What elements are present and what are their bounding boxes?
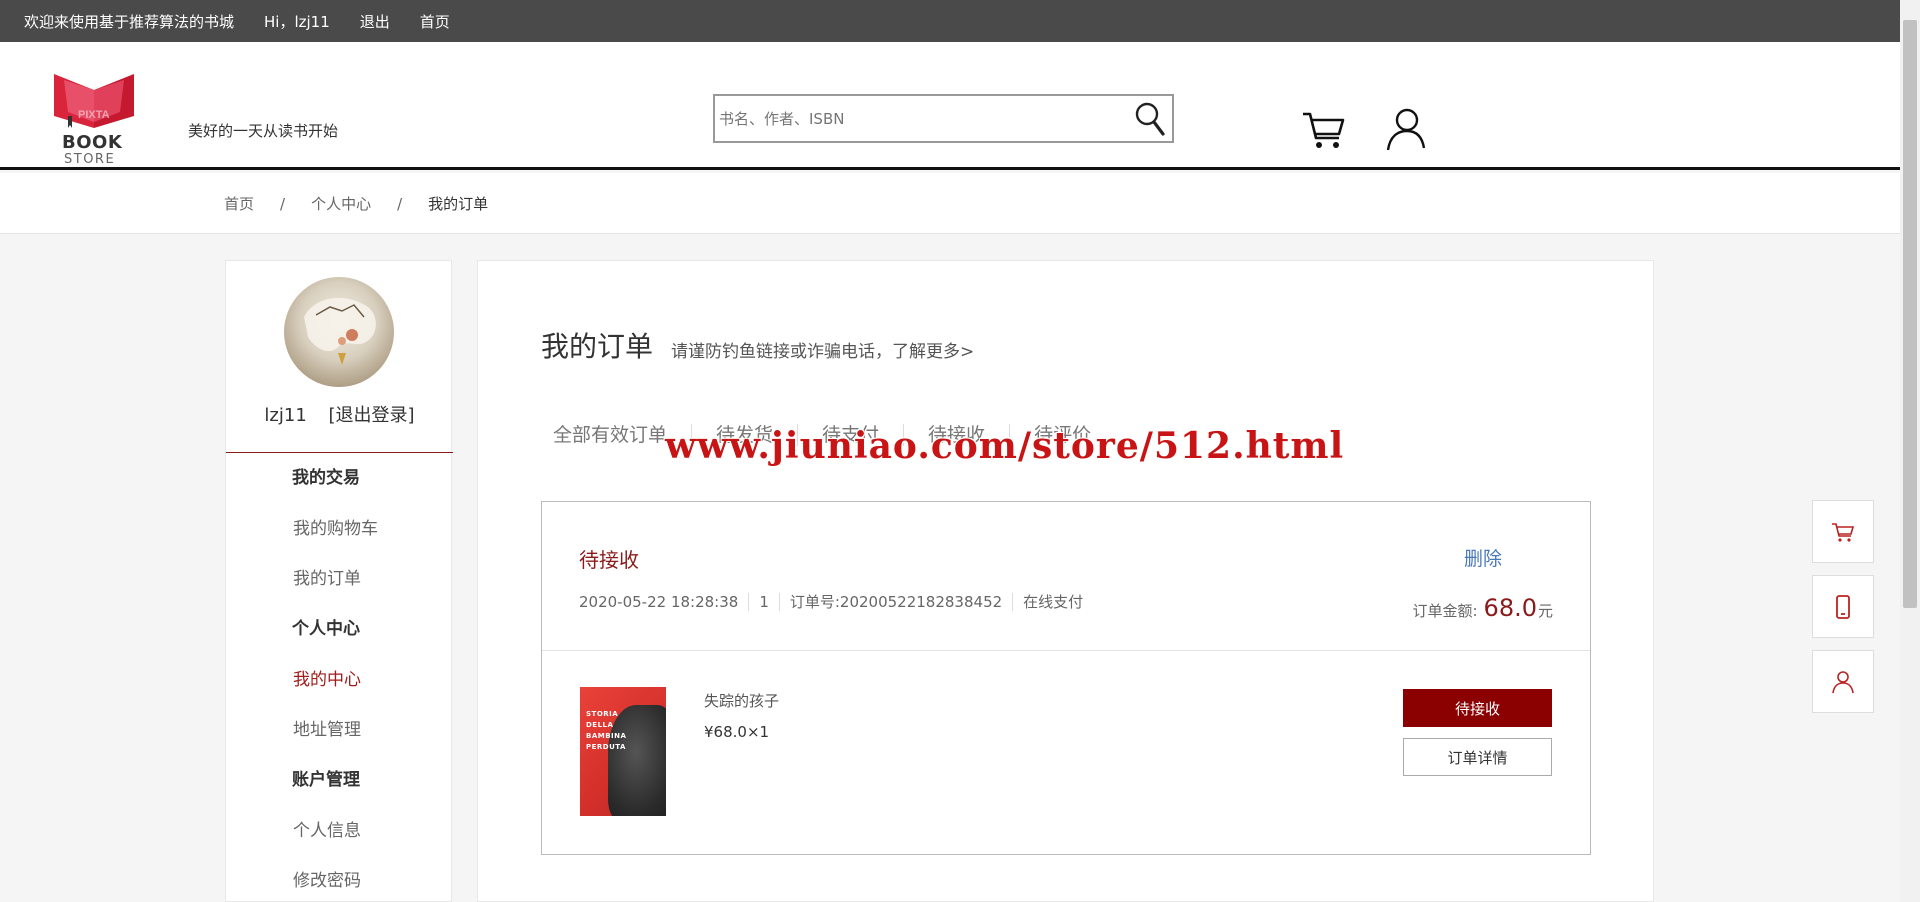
breadcrumb-separator: / (397, 194, 403, 213)
security-tip-link[interactable]: 请谨防钓鱼链接或诈骗电话，了解更多> (671, 337, 974, 362)
search-input[interactable] (715, 96, 1115, 141)
book-name-link[interactable]: 失踪的孩子 (704, 690, 779, 711)
header-cart-button[interactable] (1299, 104, 1349, 154)
float-user-button[interactable] (1812, 650, 1874, 713)
order-total: 订单金额: 68.0 元 (1412, 594, 1553, 622)
order-total-unit: 元 (1537, 602, 1553, 620)
breadcrumb-bar: 首页 / 个人中心 / 我的订单 (0, 173, 1900, 234)
cart-icon (1303, 112, 1345, 148)
page-scrollbar[interactable] (1900, 0, 1920, 902)
delete-order-link[interactable]: 删除 (1464, 544, 1502, 571)
breadcrumb-home[interactable]: 首页 (224, 193, 254, 214)
book-logo-icon: PIXTA (54, 74, 134, 128)
breadcrumb-current: 我的订单 (428, 195, 489, 213)
confirm-receipt-button[interactable]: 待接收 (1403, 689, 1552, 727)
float-cart-button[interactable] (1812, 500, 1874, 563)
avatar-image (304, 297, 376, 365)
welcome-text: 欢迎来使用基于推荐算法的书城 (24, 12, 235, 31)
order-total-amount: 68.0 (1483, 594, 1537, 622)
profile-logout-link[interactable]: [退出登录] (329, 405, 415, 426)
order-number: 订单号:20200522182838452 (778, 593, 1012, 611)
float-phone-button[interactable] (1812, 575, 1874, 638)
logo-text-store: STORE (64, 152, 116, 167)
user-icon (1386, 108, 1426, 151)
breadcrumb-separator: / (280, 194, 286, 213)
search-button[interactable] (1128, 96, 1172, 141)
cart-icon (1832, 522, 1855, 542)
order-quantity: 1 (748, 593, 779, 611)
order-status: 待接收 (579, 548, 639, 572)
order-meta: 2020-05-22 18:28:38 1 订单号:20200522182838… (579, 593, 1093, 611)
sidebar-item-address[interactable]: 地址管理 (226, 705, 453, 755)
nav-group-account: 账户管理 (292, 770, 360, 790)
sidebar-item-my-center[interactable]: 我的中心 (226, 655, 453, 705)
book-cover[interactable]: STORIA DELLA BAMBINA PERDUTA (580, 687, 666, 816)
nav-group-trades: 我的交易 (292, 468, 360, 488)
sidebar-item-profile-info[interactable]: 个人信息 (226, 806, 453, 856)
user-greeting[interactable]: Hi，lzj11 (264, 11, 330, 32)
phone-icon (1836, 594, 1850, 619)
site-header: PIXTA BOOK STORE 美好的一天从读书开始 (0, 42, 1900, 170)
top-logout-link[interactable]: 退出 (360, 11, 390, 32)
order-card: 待接收 删除 2020-05-22 18:28:38 1 订单号:2020052… (541, 501, 1591, 855)
scrollbar-thumb[interactable] (1903, 20, 1917, 608)
avatar[interactable] (284, 277, 394, 387)
breadcrumb: 首页 / 个人中心 / 我的订单 (224, 173, 488, 234)
top-home-link[interactable]: 首页 (420, 11, 450, 32)
order-details-button[interactable]: 订单详情 (1403, 738, 1552, 776)
logo-text-book: BOOK (62, 132, 123, 153)
profile-username: lzj11 (264, 405, 307, 426)
breadcrumb-personal-center[interactable]: 个人中心 (311, 193, 371, 214)
order-datetime: 2020-05-22 18:28:38 (579, 593, 739, 611)
order-total-label: 订单金额: (1412, 602, 1478, 620)
profile-line: lzj11 [退出登录] (226, 401, 453, 427)
nav-group-personal: 个人中心 (292, 619, 360, 639)
order-divider (542, 650, 1590, 651)
sidebar: lzj11 [退出登录] 我的交易 我的购物车 我的订单 个人中心 我的中心 地… (225, 260, 453, 902)
sidebar-item-orders[interactable]: 我的订单 (226, 554, 453, 604)
page-title: 我的订单 (541, 330, 654, 363)
watermark-text: www.jiuniao.com/store/512.html (665, 425, 1345, 467)
sidebar-item-cart[interactable]: 我的购物车 (226, 504, 453, 554)
user-icon (1832, 670, 1854, 693)
sidebar-item-change-password[interactable]: 修改密码 (226, 856, 453, 902)
book-cover-title: STORIA DELLA BAMBINA PERDUTA (586, 710, 627, 751)
sidebar-nav: 我的交易 我的购物车 我的订单 个人中心 我的中心 地址管理 账户管理 个人信息… (226, 453, 453, 902)
book-price: ¥68.0×1 (704, 723, 770, 741)
site-logo[interactable]: PIXTA BOOK STORE (46, 72, 146, 167)
logo-watermark: PIXTA (78, 109, 110, 121)
top-bar: 欢迎来使用基于推荐算法的书城 Hi，lzj11 退出 首页 (0, 0, 1900, 42)
order-payment-method: 在线支付 (1012, 593, 1093, 611)
header-user-button[interactable] (1380, 104, 1430, 154)
search-icon (1135, 102, 1165, 136)
search-box (713, 94, 1174, 143)
slogan: 美好的一天从读书开始 (188, 122, 339, 140)
